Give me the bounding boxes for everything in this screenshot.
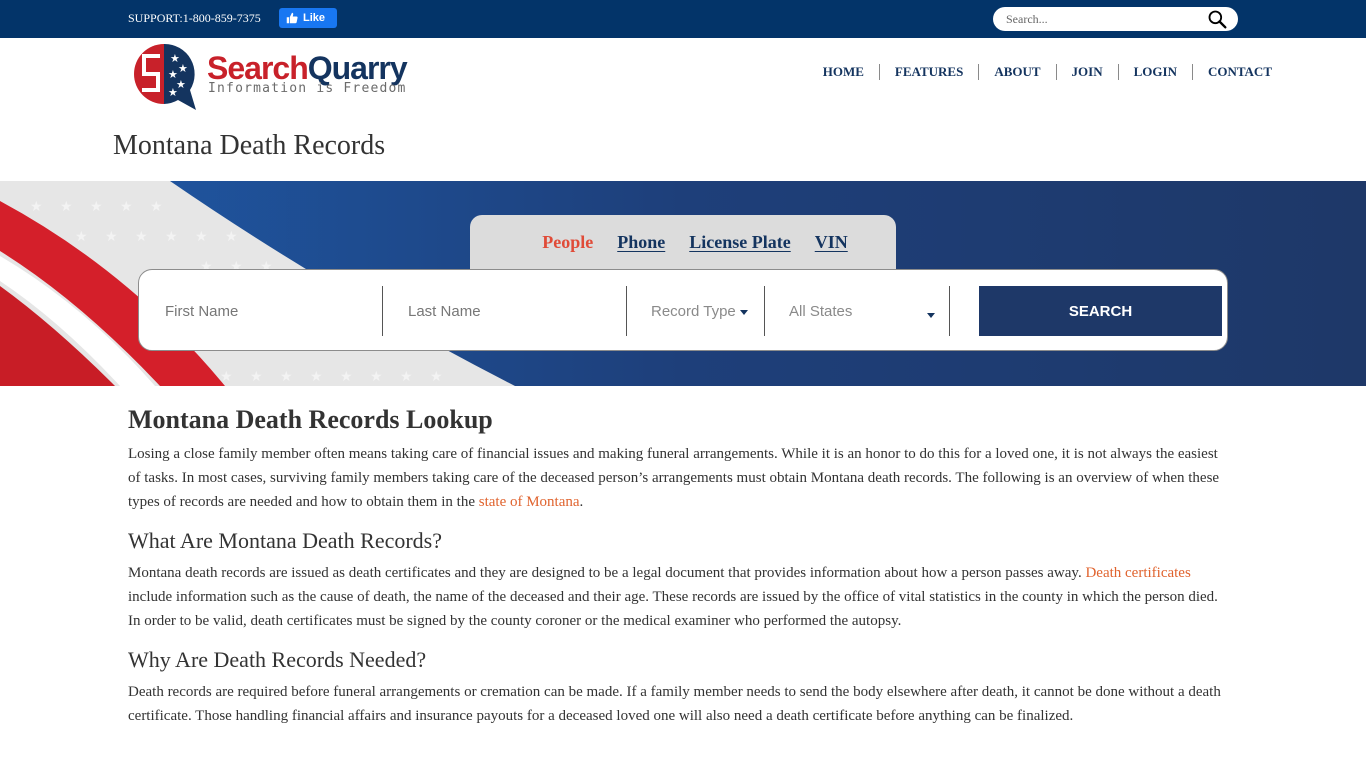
facebook-like-label: Like <box>303 12 326 24</box>
page-title: Montana Death Records <box>113 130 386 161</box>
support-phone: SUPPORT:1-800-859-7375 <box>128 11 261 25</box>
svg-text:★: ★ <box>178 62 188 75</box>
field-divider <box>382 286 383 336</box>
article-intro-paragraph: Losing a close family member often means… <box>128 442 1228 514</box>
paragraph-text: include information such as the cause of… <box>128 589 1218 629</box>
svg-text:★: ★ <box>168 86 178 99</box>
svg-text:★: ★ <box>430 369 443 385</box>
tab-license-plate[interactable]: License Plate <box>689 232 790 253</box>
thumbs-up-icon <box>286 12 298 24</box>
state-of-montana-link[interactable]: state of Montana <box>479 494 580 510</box>
search-button[interactable]: SEARCH <box>979 286 1222 336</box>
facebook-like-button[interactable]: Like <box>279 8 337 28</box>
chevron-down-icon <box>739 310 748 315</box>
field-divider <box>764 286 765 336</box>
search-icon[interactable] <box>1206 9 1228 29</box>
paragraph-text: Losing a close family member often means… <box>128 446 1220 510</box>
svg-text:★: ★ <box>250 369 263 385</box>
svg-text:★: ★ <box>310 369 323 385</box>
nav-about[interactable]: ABOUT <box>978 64 1055 80</box>
tab-vin[interactable]: VIN <box>815 232 848 253</box>
svg-text:★: ★ <box>30 199 43 215</box>
state-value: All States <box>789 302 853 320</box>
tab-people[interactable]: People <box>542 232 593 253</box>
death-certificates-link[interactable]: Death certificates <box>1085 565 1190 581</box>
first-name-input[interactable] <box>165 286 380 336</box>
svg-text:★: ★ <box>225 229 238 245</box>
svg-text:★: ★ <box>60 199 73 215</box>
svg-text:★: ★ <box>105 229 118 245</box>
search-tabs: People Phone License Plate VIN <box>470 232 896 253</box>
state-select[interactable]: All States <box>789 286 937 336</box>
main-nav: HOME FEATURES ABOUT JOIN LOGIN CONTACT <box>808 64 1272 80</box>
record-type-select[interactable]: Record Type <box>651 286 761 336</box>
article-heading: Montana Death Records Lookup <box>128 405 493 434</box>
logo[interactable]: ★ ★ ★ ★ ★ SearchQuarry Information is Fr… <box>130 40 425 112</box>
nav-contact[interactable]: CONTACT <box>1191 64 1272 80</box>
svg-text:★: ★ <box>75 229 88 245</box>
field-divider <box>949 286 950 336</box>
svg-text:★: ★ <box>400 369 413 385</box>
last-name-field <box>408 286 623 336</box>
chevron-down-icon <box>927 313 935 318</box>
field-divider <box>626 286 627 336</box>
svg-text:★: ★ <box>280 369 293 385</box>
svg-text:★: ★ <box>90 199 103 215</box>
logo-tagline: Information is Freedom <box>208 81 407 96</box>
nav-home[interactable]: HOME <box>808 64 879 80</box>
search-tabs-panel: People Phone License Plate VIN <box>470 215 896 275</box>
site-search <box>993 7 1238 31</box>
people-search-form: Record Type All States SEARCH <box>138 269 1228 351</box>
section-paragraph-why: Death records are required before funera… <box>128 684 1221 724</box>
svg-text:★: ★ <box>150 199 163 215</box>
section-heading-what: What Are Montana Death Records? <box>128 528 442 553</box>
svg-text:★: ★ <box>165 229 178 245</box>
nav-join[interactable]: JOIN <box>1055 64 1118 80</box>
paragraph-text: Montana death records are issued as deat… <box>128 565 1086 581</box>
nav-login[interactable]: LOGIN <box>1117 64 1192 80</box>
last-name-input[interactable] <box>408 286 623 336</box>
top-bar: SUPPORT:1-800-859-7375 Like <box>0 0 1366 38</box>
nav-features[interactable]: FEATURES <box>878 64 978 80</box>
paragraph-text: . <box>579 494 584 510</box>
logo-emblem-icon: ★ ★ ★ ★ ★ <box>134 43 196 110</box>
svg-text:★: ★ <box>120 199 133 215</box>
tab-phone[interactable]: Phone <box>617 232 665 253</box>
svg-text:★: ★ <box>135 229 148 245</box>
article: Montana Death Records Lookup Losing a cl… <box>128 403 1228 728</box>
section-paragraph-what: Montana death records are issued as deat… <box>128 561 1228 633</box>
record-type-value: Record Type <box>651 302 736 320</box>
site-search-input[interactable] <box>1006 10 1196 28</box>
svg-text:★: ★ <box>195 229 208 245</box>
svg-text:★: ★ <box>340 369 353 385</box>
svg-text:★: ★ <box>220 369 233 385</box>
svg-text:★: ★ <box>370 369 383 385</box>
section-heading-why: Why Are Death Records Needed? <box>128 647 427 672</box>
first-name-field <box>165 286 380 336</box>
